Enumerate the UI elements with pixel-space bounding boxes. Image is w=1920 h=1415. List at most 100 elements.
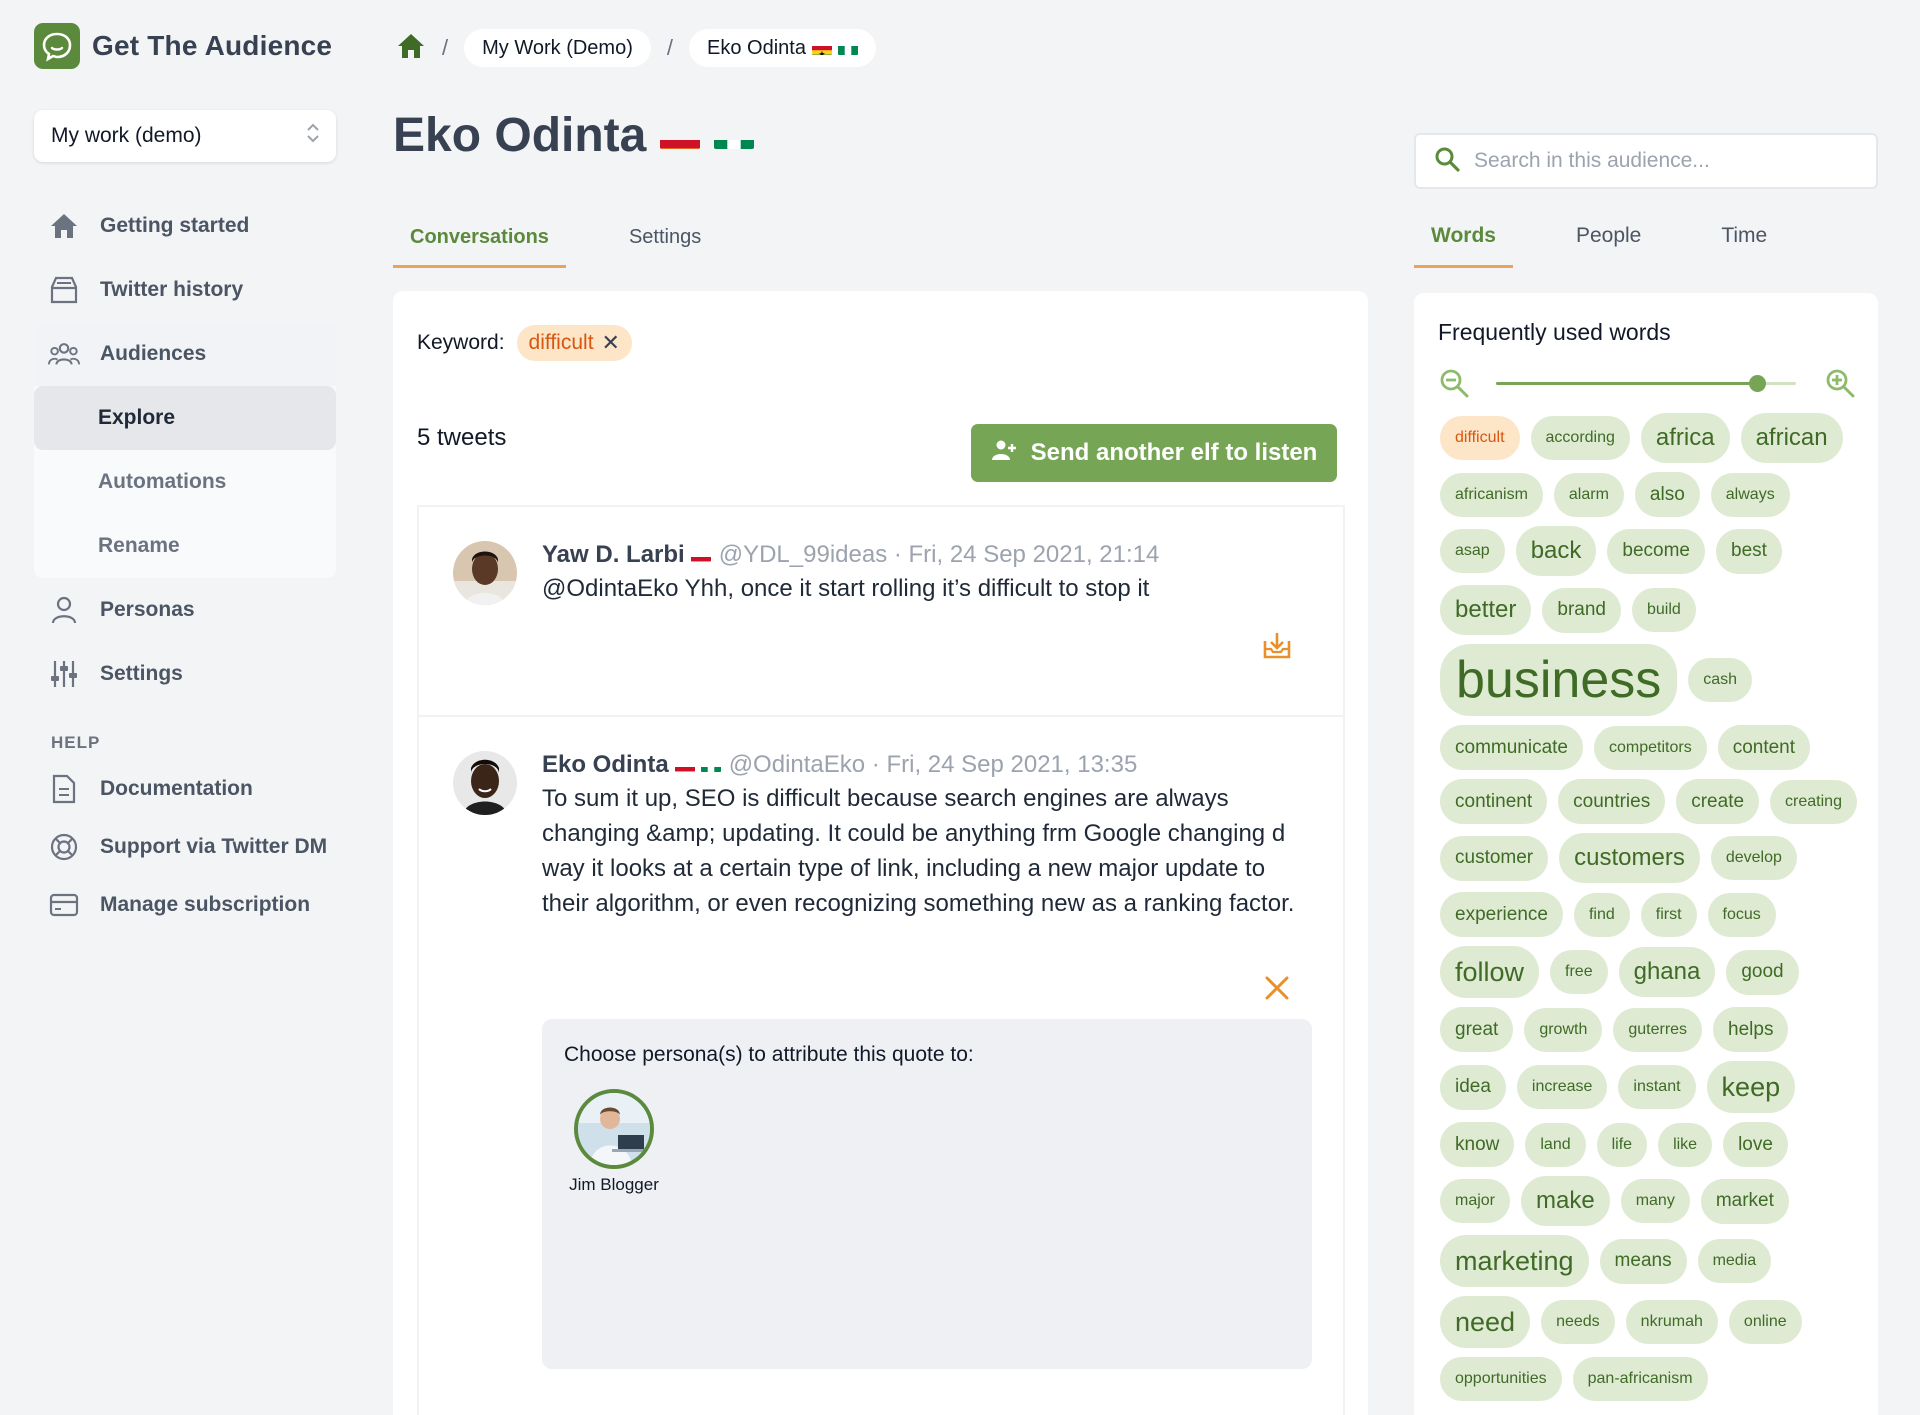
word-chip[interactable]: always — [1710, 472, 1790, 517]
word-chip[interactable]: develop — [1710, 836, 1797, 880]
word-chip[interactable]: market — [1700, 1178, 1789, 1224]
word-chip[interactable]: instant — [1618, 1065, 1696, 1109]
zoom-slider[interactable] — [1496, 375, 1796, 392]
keyword-chip[interactable]: difficult ✕ — [516, 325, 632, 361]
word-chip[interactable]: opportunities — [1440, 1357, 1562, 1401]
tweet-handle[interactable]: @OdintaEko — [729, 751, 865, 779]
word-chip[interactable]: communicate — [1440, 725, 1583, 770]
word-chip[interactable]: need — [1440, 1296, 1531, 1348]
word-chip[interactable]: land — [1525, 1122, 1586, 1167]
word-chip[interactable]: africanism — [1440, 472, 1543, 517]
persona-option[interactable]: Jim Blogger — [564, 1089, 664, 1195]
word-chip[interactable]: needs — [1541, 1300, 1615, 1344]
word-chip[interactable]: means — [1599, 1238, 1687, 1284]
nav-twitter-history[interactable]: Twitter history — [34, 258, 336, 322]
close-icon[interactable] — [1264, 975, 1290, 1006]
word-chip[interactable]: customer — [1440, 835, 1549, 881]
word-chip[interactable]: growth — [1524, 1007, 1603, 1052]
word-chip[interactable]: competitors — [1594, 725, 1707, 770]
word-chip[interactable]: focus — [1707, 892, 1776, 937]
word-chip[interactable]: make — [1521, 1176, 1610, 1226]
word-chip[interactable]: find — [1573, 892, 1630, 937]
word-chip[interactable]: asap — [1440, 529, 1505, 573]
close-icon[interactable]: ✕ — [602, 330, 620, 356]
word-chip[interactable]: follow — [1440, 946, 1540, 998]
word-chip[interactable]: keep — [1706, 1061, 1796, 1113]
word-chip[interactable]: online — [1728, 1300, 1802, 1344]
word-chip[interactable]: business — [1440, 644, 1678, 716]
tab-time[interactable]: Time — [1704, 206, 1784, 268]
zoom-out-icon[interactable] — [1438, 367, 1470, 404]
word-chip[interactable]: good — [1726, 949, 1799, 995]
nav-settings[interactable]: Settings — [34, 642, 336, 706]
tab-words[interactable]: Words — [1414, 206, 1513, 268]
word-chip[interactable]: african — [1740, 413, 1843, 463]
send-elf-button[interactable]: Send another elf to listen — [971, 424, 1337, 482]
nav-rename[interactable]: Rename — [34, 514, 336, 578]
tab-people[interactable]: People — [1559, 206, 1658, 268]
word-chip[interactable]: best — [1716, 528, 1782, 574]
nav-manage-subscription[interactable]: Manage subscription — [34, 876, 336, 934]
word-chip[interactable]: major — [1440, 1179, 1511, 1223]
word-chip[interactable]: countries — [1558, 779, 1666, 824]
word-chip[interactable]: according — [1530, 416, 1630, 460]
word-chip[interactable]: like — [1658, 1122, 1713, 1167]
word-chip[interactable]: build — [1631, 588, 1696, 632]
word-chip[interactable]: customers — [1559, 833, 1700, 883]
word-chip[interactable]: better — [1440, 585, 1532, 635]
word-chip[interactable]: alarm — [1553, 472, 1624, 517]
nav-documentation[interactable]: Documentation — [34, 760, 336, 818]
tab-settings[interactable]: Settings — [612, 210, 718, 268]
word-chip[interactable]: life — [1596, 1122, 1648, 1167]
breadcrumb-workspace[interactable]: My Work (Demo) — [464, 29, 651, 67]
workspace-select[interactable]: My work (demo) — [34, 110, 336, 162]
word-chip[interactable]: creating — [1770, 779, 1857, 824]
word-chip[interactable]: pan-africanism — [1572, 1357, 1708, 1401]
word-chip[interactable]: cash — [1688, 658, 1753, 702]
tweet-time[interactable]: Fri, 24 Sep 2021, 21:14 — [909, 541, 1160, 569]
word-chip[interactable]: also — [1634, 472, 1700, 517]
word-chip[interactable]: helps — [1713, 1007, 1789, 1052]
word-chip[interactable]: great — [1440, 1007, 1514, 1052]
word-chip[interactable]: ghana — [1618, 947, 1716, 997]
word-chip[interactable]: increase — [1516, 1065, 1608, 1109]
word-chip[interactable]: media — [1697, 1239, 1772, 1283]
tab-conversations[interactable]: Conversations — [393, 210, 566, 268]
word-chip[interactable]: continent — [1440, 779, 1548, 824]
tweet-time[interactable]: Fri, 24 Sep 2021, 13:35 — [886, 751, 1137, 779]
nav-explore[interactable]: Explore — [34, 386, 336, 450]
nav-support[interactable]: Support via Twitter DM — [34, 818, 336, 876]
word-chip[interactable]: know — [1440, 1122, 1515, 1167]
word-chip[interactable]: difficult — [1440, 416, 1520, 460]
nav-getting-started[interactable]: Getting started — [34, 194, 336, 258]
word-chip[interactable]: many — [1620, 1179, 1690, 1223]
audience-search[interactable] — [1414, 133, 1878, 189]
tweet-author[interactable]: Eko Odinta — [542, 751, 669, 779]
word-chip[interactable]: first — [1640, 892, 1697, 937]
breadcrumb-audience[interactable]: Eko Odinta — [689, 29, 876, 67]
zoom-in-icon[interactable] — [1824, 367, 1856, 404]
brand[interactable]: Get The Audience — [34, 20, 336, 72]
word-chip[interactable]: brand — [1542, 587, 1621, 633]
nav-audiences[interactable]: Audiences — [34, 322, 336, 386]
search-input[interactable] — [1474, 149, 1854, 173]
word-chip[interactable]: guterres — [1613, 1007, 1703, 1052]
word-chip[interactable]: back — [1515, 526, 1597, 576]
zoom-slider-handle[interactable] — [1749, 375, 1766, 392]
word-chip[interactable]: become — [1607, 528, 1706, 574]
avatar[interactable] — [453, 751, 517, 815]
word-chip[interactable]: love — [1723, 1122, 1788, 1167]
nav-automations[interactable]: Automations — [34, 450, 336, 514]
home-icon[interactable] — [396, 32, 426, 65]
nav-personas[interactable]: Personas — [34, 578, 336, 642]
word-chip[interactable]: free — [1550, 950, 1608, 994]
word-chip[interactable]: create — [1676, 779, 1760, 824]
word-chip[interactable]: nkrumah — [1625, 1300, 1718, 1344]
save-quote-icon[interactable] — [1262, 631, 1292, 664]
word-chip[interactable]: content — [1717, 725, 1811, 770]
word-chip[interactable]: experience — [1440, 892, 1563, 937]
word-chip[interactable]: africa — [1640, 413, 1730, 463]
tweet-handle[interactable]: @YDL_99ideas — [719, 541, 887, 569]
word-chip[interactable]: marketing — [1440, 1235, 1589, 1287]
word-chip[interactable]: idea — [1440, 1064, 1506, 1110]
